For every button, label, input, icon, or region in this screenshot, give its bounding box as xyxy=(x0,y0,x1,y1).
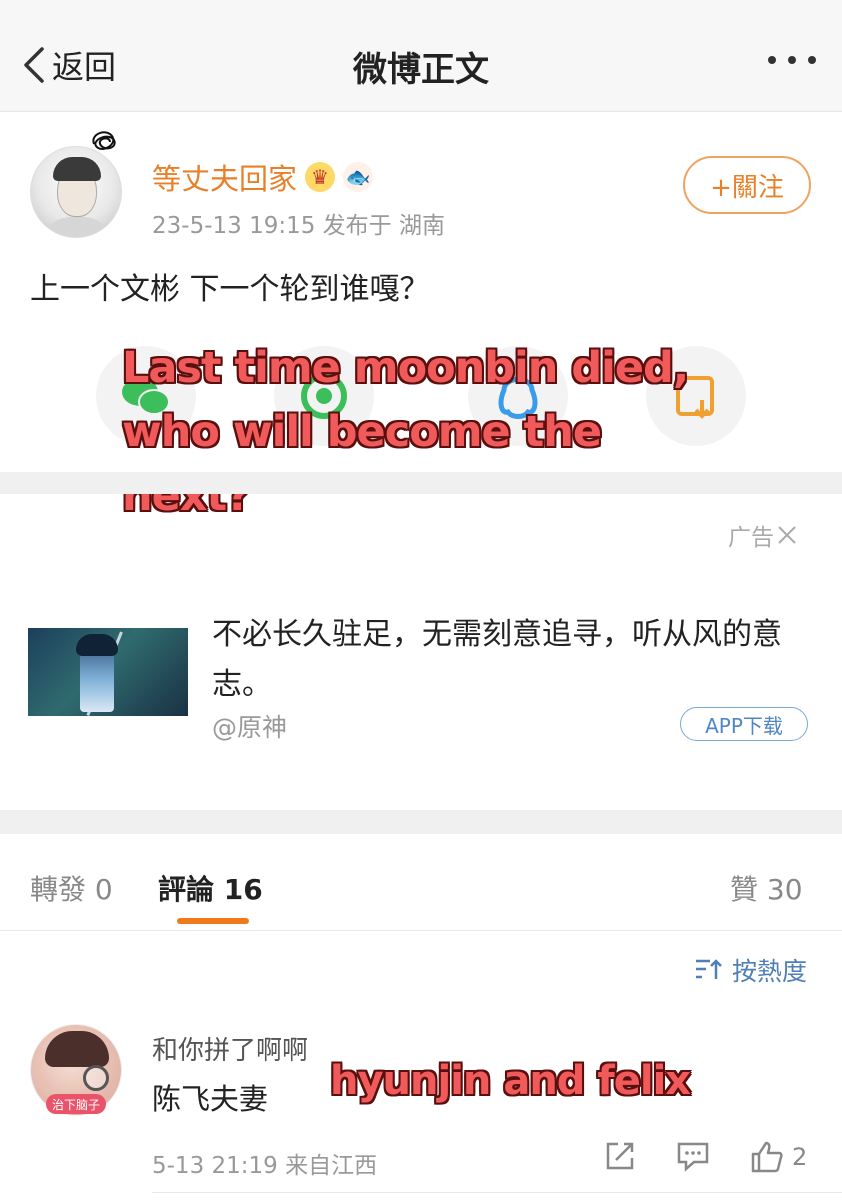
overlay-line-1: Last time moonbin died, xyxy=(122,343,689,393)
comment-divider xyxy=(152,1192,842,1193)
post-meta: 23-5-13 19:15 发布于 湖南 xyxy=(152,213,445,239)
top-nav-bar: 返回 微博正文 xyxy=(0,0,842,112)
username[interactable]: 等丈夫回家 ♛ 🐟 xyxy=(152,156,374,198)
overlay-caption: Last time moonbin died, who will become … xyxy=(122,336,762,528)
ad-text[interactable]: 不必长久驻足，无需刻意追寻，听从风的意志。 xyxy=(212,610,792,710)
page-title: 微博正文 xyxy=(353,50,489,90)
comment-icon xyxy=(677,1142,709,1172)
active-tab-indicator xyxy=(177,918,249,924)
like-button[interactable]: 2 xyxy=(750,1140,807,1174)
tab-comments[interactable]: 評論 16 xyxy=(158,868,263,908)
comment-overlay-caption: hyunjin and felix xyxy=(330,1058,691,1104)
ad-label-text: 广告 xyxy=(728,525,774,551)
app-download-button[interactable]: APP下载 xyxy=(680,707,808,741)
share-icon xyxy=(606,1142,634,1170)
sort-label: 按熱度 xyxy=(732,957,808,986)
sort-button[interactable]: 按熱度 xyxy=(694,952,807,988)
crown-badge-icon: ♛ xyxy=(305,162,336,192)
avatar-tag: 治下脑子 xyxy=(46,1094,106,1114)
ad-image[interactable] xyxy=(28,628,188,716)
scribble-icon xyxy=(92,131,116,150)
tabs-divider xyxy=(0,930,842,931)
repost-comment-button[interactable] xyxy=(604,1140,636,1172)
section-divider xyxy=(0,810,842,834)
ad-label[interactable]: 广告 xyxy=(728,518,798,552)
like-count: 2 xyxy=(792,1143,808,1171)
comment-text: 陈飞夫妻 xyxy=(152,1082,269,1116)
tab-reposts[interactable]: 轉發 0 xyxy=(30,868,113,908)
commenter-name[interactable]: 和你拼了啊啊 xyxy=(152,1030,308,1067)
post-text: 上一个文彬 下一个轮到谁嘎？ xyxy=(30,272,430,307)
tab-likes[interactable]: 贊 30 xyxy=(730,868,803,908)
fish-badge-icon: 🐟 xyxy=(343,162,374,192)
follow-button[interactable]: +關注 xyxy=(683,156,811,214)
close-icon[interactable] xyxy=(776,524,798,546)
ad-source[interactable]: @原神 xyxy=(212,708,287,744)
sort-icon xyxy=(696,959,722,979)
comment-meta: 5-13 21:19 来自江西 xyxy=(152,1153,378,1179)
thumbs-up-icon xyxy=(751,1141,783,1173)
overlay-line-2: who will become the xyxy=(122,407,602,457)
section-divider xyxy=(0,472,842,494)
username-text: 等丈夫回家 xyxy=(152,162,298,196)
more-options-icon[interactable] xyxy=(768,56,816,64)
reply-button[interactable] xyxy=(676,1140,710,1172)
user-avatar[interactable] xyxy=(30,146,122,238)
